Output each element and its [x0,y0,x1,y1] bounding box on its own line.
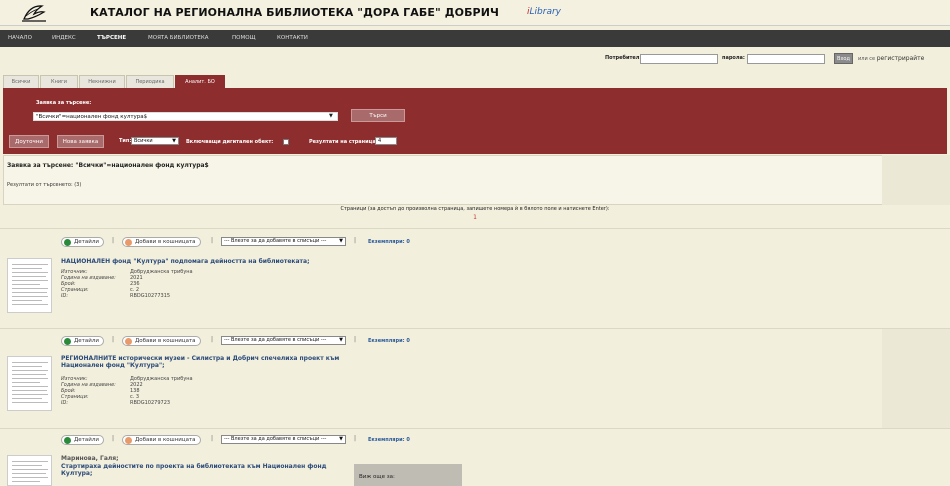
main-nav: НАЧАЛО ИНДЕКС ТЪРСЕНЕ МОЯТА БИБЛИОТЕКА П… [0,30,950,47]
side-shade [882,329,950,429]
basket-icon [125,338,132,345]
info-icon [64,338,71,345]
meta-key: ID: [61,293,69,299]
record-thumbnail[interactable] [7,258,52,313]
nav-index[interactable]: ИНДЕКС [52,35,76,41]
meta-value: RBDG10277315 [130,293,171,299]
separator: | [112,237,115,244]
new-query-button[interactable]: Нова заявка [57,135,104,148]
register-text: или се регистрирайте [858,55,925,62]
tab-all[interactable]: Всички [3,75,39,88]
separator: | [354,435,357,442]
username-input[interactable] [640,54,718,64]
nav-my-library[interactable]: МОЯТА БИБЛИОТЕКА [148,35,209,41]
add-to-basket-button[interactable]: Добави в кошницата [122,336,201,346]
nav-search[interactable]: ТЪРСЕНЕ [97,35,126,41]
query-input[interactable]: "Всички"=национален фонд култура$ [33,112,338,121]
type-select[interactable]: Всички ▼ [131,137,179,145]
list-select[interactable]: --- Влезте за да добавяте в списъци --- ▼ [221,237,346,246]
chevron-down-icon: ▼ [339,238,343,244]
chevron-down-icon: ▼ [172,138,176,144]
separator: | [211,435,214,442]
library-logo-icon [22,5,46,22]
see-more-label: Виж още за: [359,474,395,480]
header-bar: КАТАЛОГ НА РЕГИОНАЛНА БИБЛИОТЕКА "ДОРА Г… [0,0,950,26]
record-title[interactable]: Стартираха дейностите по проекта на библ… [61,463,331,477]
details-button[interactable]: Детайли [61,237,104,247]
username-label: Потребител: [605,55,642,61]
password-input[interactable] [747,54,825,64]
separator: | [112,336,115,343]
tab-analytic[interactable]: Аналит. БО [175,75,225,88]
info-icon [64,437,71,444]
meta-key: ID: [61,400,69,406]
separator: | [354,237,357,244]
query-summary-title: Заявка за търсене: "Всички"=национален ф… [7,162,209,169]
tab-books[interactable]: Книги [40,75,78,88]
separator: | [211,237,214,244]
digital-label: Включващи дигитален обект: [186,139,274,145]
separator: | [211,336,214,343]
chevron-down-icon: ▼ [339,337,343,343]
search-button[interactable]: Търси [351,109,405,122]
pagination-hint: Страници (за достъп до произволна страни… [340,206,610,212]
nav-contacts[interactable]: КОНТАКТИ [277,35,308,41]
basket-icon [125,239,132,246]
list-select[interactable]: --- Влезте за да добавяте в списъци --- ▼ [221,435,346,444]
query-label: Заявка за търсене: [36,100,92,106]
login-button[interactable]: Вход [834,53,853,64]
details-button[interactable]: Детайли [61,435,104,445]
register-link[interactable]: регистрирайте [877,55,925,62]
tab-periodicals[interactable]: Периодика [126,75,174,88]
copies-count: Екземпляри: 0 [368,239,410,245]
see-more-panel: Виж още за: [354,464,462,486]
side-shade [882,155,950,205]
per-page-input[interactable]: 4 [375,137,397,145]
add-to-basket-button[interactable]: Добави в кошницата [122,237,201,247]
meta-value: RBDG10279723 [130,400,171,406]
type-label: Тип: [119,138,132,144]
separator: | [112,435,115,442]
info-icon [64,239,71,246]
details-button[interactable]: Детайли [61,336,104,346]
divider [0,428,950,429]
copies-count: Екземпляри: 0 [368,437,410,443]
query-dropdown-icon[interactable]: ▼ [329,113,333,119]
record-author[interactable]: Маринова, Галя; [61,455,119,462]
catalog-title: КАТАЛОГ НА РЕГИОНАЛНА БИБЛИОТЕКА "ДОРА Г… [90,6,500,19]
password-label: парола: [722,55,745,61]
copies-count: Екземпляри: 0 [368,338,410,344]
divider [0,228,950,229]
basket-icon [125,437,132,444]
page-1[interactable]: 1 [0,214,950,221]
results-count: Резултати от търсенето: (3) [7,182,82,188]
ilibrary-brand[interactable]: iLibrary [527,7,561,17]
add-to-basket-button[interactable]: Добави в кошницата [122,435,201,445]
record-title[interactable]: РЕГИОНАЛНИТЕ исторически музеи - Силистр… [61,355,351,369]
nav-help[interactable]: ПОМОЩ [232,35,256,41]
per-page-label: Резултати на страница: [309,139,378,145]
divider [0,328,950,329]
tab-nonbook[interactable]: Некнижни [79,75,125,88]
digital-checkbox[interactable] [283,139,289,145]
separator: | [354,336,357,343]
record-thumbnail[interactable] [7,455,52,486]
chevron-down-icon: ▼ [339,436,343,442]
refine-button[interactable]: Доуточни [9,135,49,148]
record-title[interactable]: НАЦИОНАЛЕН фонд "Култура" подпомага дейн… [61,258,309,265]
record-thumbnail[interactable] [7,356,52,411]
nav-home[interactable]: НАЧАЛО [8,35,32,41]
list-select[interactable]: --- Влезте за да добавяте в списъци --- ▼ [221,336,346,345]
